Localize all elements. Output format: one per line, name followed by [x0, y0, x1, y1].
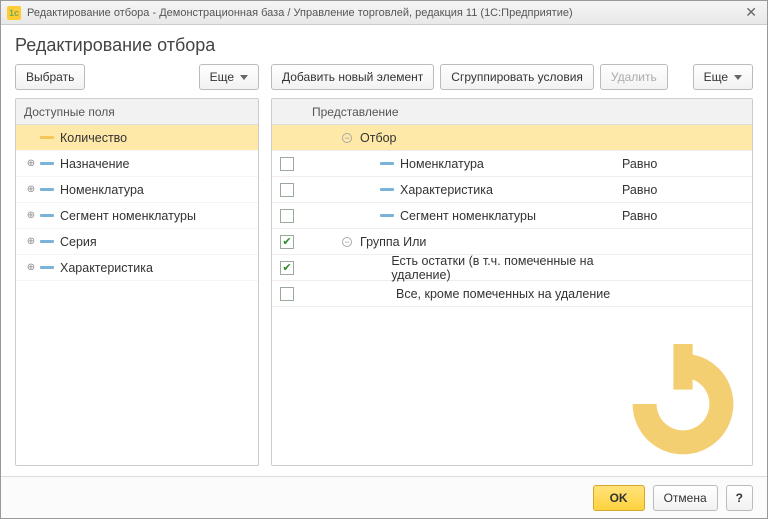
field-row[interactable]: Количество: [16, 125, 258, 151]
field-icon: [380, 188, 394, 191]
comparison: Равно: [622, 209, 752, 223]
add-element-button[interactable]: Добавить новый элемент: [271, 64, 434, 90]
page-header: Редактирование отбора: [1, 25, 767, 64]
expander-icon[interactable]: ⊕: [24, 158, 38, 169]
field-row[interactable]: ⊕ Сегмент номенклатуры: [16, 203, 258, 229]
right-toolbar: Добавить новый элемент Сгруппировать усл…: [271, 64, 753, 90]
field-label: Характеристика: [60, 261, 153, 275]
filter-label: Есть остатки (в т.ч. помеченные на удале…: [391, 254, 622, 282]
field-icon: [40, 188, 54, 191]
filter-label: Сегмент номенклатуры: [400, 209, 536, 223]
close-icon[interactable]: ✕: [741, 4, 761, 21]
filter-label: Характеристика: [400, 183, 493, 197]
app-icon: 1c: [7, 6, 21, 20]
checkbox[interactable]: [280, 183, 294, 197]
group-conditions-button[interactable]: Сгруппировать условия: [440, 64, 594, 90]
collapse-icon[interactable]: −: [342, 237, 352, 247]
comparison: Равно: [622, 157, 752, 171]
expander-icon[interactable]: ⊕: [24, 236, 38, 247]
field-icon: [380, 162, 394, 165]
filter-grid: − Отбор Номенклатура Равно Характеристик…: [272, 125, 752, 465]
field-label: Назначение: [60, 157, 129, 171]
field-label: Номенклатура: [60, 183, 144, 197]
field-row[interactable]: ⊕ Характеристика: [16, 255, 258, 281]
filter-row[interactable]: Сегмент номенклатуры Равно: [272, 203, 752, 229]
field-row[interactable]: ⊕ Номенклатура: [16, 177, 258, 203]
checkbox[interactable]: [280, 209, 294, 223]
filter-label: Отбор: [360, 131, 397, 145]
available-fields-panel: Доступные поля Количество ⊕ Назначение ⊕…: [15, 98, 259, 466]
field-icon: [40, 136, 54, 139]
filter-label: Номенклатура: [400, 157, 484, 171]
filter-panel: Представление − Отбор Номенклатура Равно: [271, 98, 753, 466]
expander-icon[interactable]: ⊕: [24, 210, 38, 221]
page-title: Редактирование отбора: [15, 35, 753, 56]
filter-row-root[interactable]: − Отбор: [272, 125, 752, 151]
left-toolbar: Выбрать Еще: [15, 64, 259, 90]
filter-row[interactable]: ✔ Есть остатки (в т.ч. помеченные на уда…: [272, 255, 752, 281]
filter-label: Группа Или: [360, 235, 426, 249]
filter-header: Представление: [272, 99, 752, 125]
filter-row-group[interactable]: ✔ − Группа Или: [272, 229, 752, 255]
field-label: Серия: [60, 235, 97, 249]
delete-button[interactable]: Удалить: [600, 64, 668, 90]
field-icon: [40, 266, 54, 269]
more-left-button[interactable]: Еще: [199, 64, 259, 90]
available-fields-header: Доступные поля: [16, 99, 258, 125]
footer: OK Отмена ?: [1, 476, 767, 518]
field-label: Сегмент номенклатуры: [60, 209, 196, 223]
filter-row[interactable]: Характеристика Равно: [272, 177, 752, 203]
field-icon: [40, 240, 54, 243]
titlebar-text: Редактирование отбора - Демонстрационная…: [27, 7, 573, 19]
filter-row[interactable]: Все, кроме помеченных на удаление: [272, 281, 752, 307]
window: { "titlebar": { "text": "Редактирование …: [0, 0, 768, 519]
field-icon: [40, 214, 54, 217]
checkbox[interactable]: ✔: [280, 261, 294, 275]
comparison: Равно: [622, 183, 752, 197]
checkbox[interactable]: [280, 157, 294, 171]
ok-button[interactable]: OK: [593, 485, 645, 511]
field-icon: [380, 214, 394, 217]
cancel-button[interactable]: Отмена: [653, 485, 718, 511]
help-button[interactable]: ?: [726, 485, 753, 511]
expander-icon[interactable]: ⊕: [24, 262, 38, 273]
checkbox[interactable]: [280, 287, 294, 301]
body: Доступные поля Количество ⊕ Назначение ⊕…: [1, 98, 767, 476]
expander-icon[interactable]: ⊕: [24, 184, 38, 195]
filter-row[interactable]: Номенклатура Равно: [272, 151, 752, 177]
collapse-icon[interactable]: −: [342, 133, 352, 143]
field-icon: [40, 162, 54, 165]
select-button[interactable]: Выбрать: [15, 64, 85, 90]
field-label: Количество: [60, 131, 127, 145]
toolbar: Выбрать Еще Добавить новый элемент Сгруп…: [1, 64, 767, 98]
field-row[interactable]: ⊕ Назначение: [16, 151, 258, 177]
available-fields-tree: Количество ⊕ Назначение ⊕ Номенклатура ⊕…: [16, 125, 258, 465]
more-right-button[interactable]: Еще: [693, 64, 753, 90]
checkbox[interactable]: ✔: [280, 235, 294, 249]
titlebar: 1c Редактирование отбора - Демонстрацион…: [1, 1, 767, 25]
filter-label: Все, кроме помеченных на удаление: [396, 287, 610, 301]
field-row[interactable]: ⊕ Серия: [16, 229, 258, 255]
